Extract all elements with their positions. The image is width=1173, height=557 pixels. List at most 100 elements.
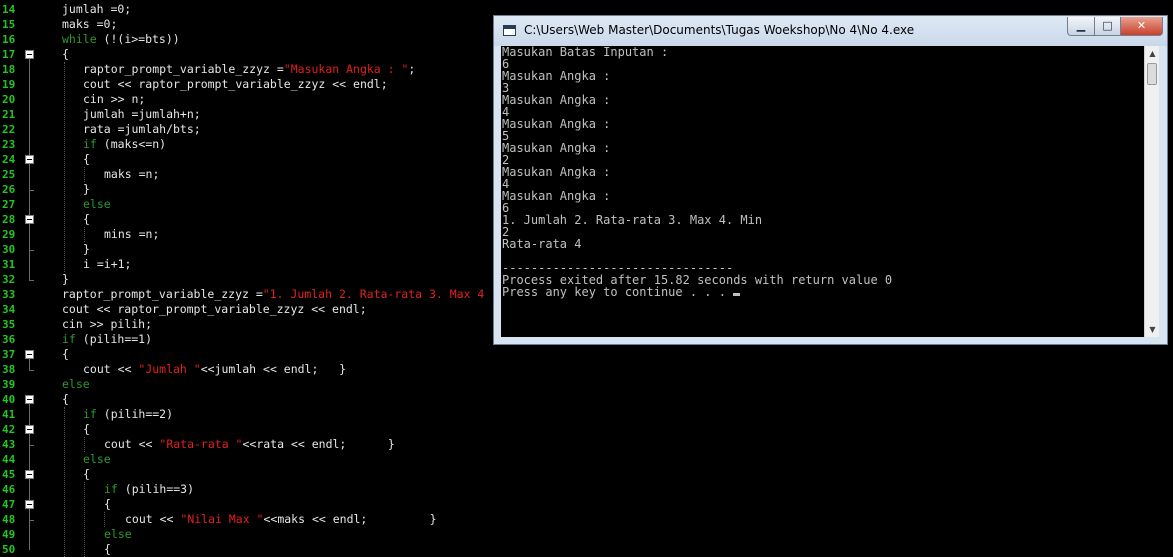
line-number: 21 bbox=[2, 108, 16, 121]
code-line[interactable]: cin >> n; bbox=[83, 92, 145, 107]
console-title-bar[interactable]: C:\Users\Web Master\Documents\Tugas Woek… bbox=[494, 16, 1167, 46]
indent-guide bbox=[64, 407, 65, 557]
line-number: 19 bbox=[2, 78, 16, 91]
code-keyword: if bbox=[62, 332, 76, 346]
fold-toggle-icon[interactable] bbox=[25, 215, 34, 224]
console-scrollbar[interactable]: ▲ ▼ bbox=[1144, 46, 1159, 337]
indent-guide bbox=[84, 437, 85, 452]
code-line[interactable]: rata =jumlah/bts; bbox=[83, 122, 201, 137]
code-text: raptor_prompt_variable_zzyz = bbox=[83, 62, 284, 76]
line-number: 23 bbox=[2, 138, 16, 151]
code-line[interactable]: if (pilih==2) bbox=[83, 407, 173, 422]
console-output-area[interactable]: Masukan Batas Inputan : 6 Masukan Angka … bbox=[501, 46, 1159, 337]
line-number: 39 bbox=[2, 378, 16, 391]
code-line[interactable]: i =i+1; bbox=[83, 257, 131, 272]
code-line[interactable]: cout << raptor_prompt_variable_zzyz << e… bbox=[62, 302, 367, 317]
code-line[interactable]: { bbox=[83, 152, 90, 167]
close-button[interactable]: ✕ bbox=[1120, 17, 1163, 36]
code-keyword: else bbox=[83, 452, 111, 466]
scrollbar-thumb[interactable] bbox=[1147, 63, 1157, 85]
code-text: } bbox=[83, 242, 90, 256]
code-line[interactable]: { bbox=[83, 467, 90, 482]
maximize-button[interactable]: □ bbox=[1094, 17, 1121, 36]
code-line[interactable]: } bbox=[83, 182, 90, 197]
code-line[interactable]: cin >> pilih; bbox=[62, 317, 152, 332]
console-window[interactable]: C:\Users\Web Master\Documents\Tugas Woek… bbox=[493, 15, 1168, 345]
code-line[interactable]: } bbox=[83, 242, 90, 257]
code-text: <<maks << endl; } bbox=[263, 512, 437, 526]
line-number: 26 bbox=[2, 183, 16, 196]
code-text: { bbox=[83, 467, 90, 481]
indent-guide bbox=[84, 482, 85, 557]
code-keyword: while bbox=[62, 32, 97, 46]
code-line[interactable]: if (maks<=n) bbox=[83, 137, 166, 152]
code-line[interactable]: maks =n; bbox=[104, 167, 159, 182]
code-keyword: if bbox=[83, 407, 97, 421]
code-line[interactable]: while (!(i>=bts)) bbox=[62, 32, 180, 47]
code-line[interactable]: { bbox=[62, 347, 69, 362]
code-line[interactable]: else bbox=[83, 197, 111, 212]
fold-toggle-icon[interactable] bbox=[25, 350, 34, 359]
code-line[interactable]: { bbox=[104, 497, 111, 512]
code-line[interactable]: cout << "Nilai Max "<<maks << endl; } bbox=[125, 512, 437, 527]
console-app-icon[interactable] bbox=[503, 25, 516, 36]
scroll-up-arrow-icon[interactable]: ▲ bbox=[1145, 46, 1159, 61]
code-line[interactable]: else bbox=[62, 377, 90, 392]
fold-end-marker bbox=[29, 250, 34, 251]
code-text: maks =0; bbox=[62, 17, 118, 31]
indent-guide bbox=[84, 227, 85, 242]
fold-toggle-icon[interactable] bbox=[25, 155, 34, 164]
code-text: { bbox=[62, 47, 69, 61]
fold-toggle-icon[interactable] bbox=[25, 395, 34, 404]
console-output-text: Masukan Batas Inputan : 6 Masukan Angka … bbox=[502, 46, 893, 299]
code-line[interactable]: cout << "Jumlah "<<jumlah << endl; } bbox=[83, 362, 346, 377]
line-number: 22 bbox=[2, 123, 16, 136]
code-text: i =i+1; bbox=[83, 257, 132, 271]
code-line[interactable]: maks =0; bbox=[62, 17, 117, 32]
code-text: cout << bbox=[125, 512, 181, 526]
code-line[interactable]: jumlah =0; bbox=[62, 2, 131, 17]
code-line[interactable]: { bbox=[83, 422, 90, 437]
code-line[interactable]: raptor_prompt_variable_zzyz ="1. Jumlah … bbox=[62, 287, 484, 302]
scroll-down-arrow-icon[interactable]: ▼ bbox=[1145, 322, 1159, 337]
text-cursor bbox=[733, 293, 741, 296]
code-text: (pilih==1) bbox=[75, 332, 153, 346]
code-text: ; bbox=[408, 62, 416, 76]
code-text: cin >> pilih; bbox=[62, 317, 153, 331]
code-line[interactable]: raptor_prompt_variable_zzyz ="Masukan An… bbox=[83, 62, 415, 77]
code-line[interactable]: if (pilih==1) bbox=[62, 332, 152, 347]
code-line[interactable]: { bbox=[83, 212, 90, 227]
fold-toggle-icon[interactable] bbox=[25, 425, 34, 434]
line-number: 29 bbox=[2, 228, 16, 241]
line-number: 36 bbox=[2, 333, 16, 346]
code-line[interactable]: { bbox=[62, 47, 69, 62]
code-keyword: else bbox=[104, 527, 132, 541]
code-text: maks =n; bbox=[104, 167, 160, 181]
line-number: 30 bbox=[2, 243, 16, 256]
line-number: 38 bbox=[2, 363, 16, 376]
code-text: jumlah =jumlah+n; bbox=[83, 107, 201, 121]
line-number: 25 bbox=[2, 168, 16, 181]
code-line[interactable]: mins =n; bbox=[104, 227, 159, 242]
code-line[interactable]: jumlah =jumlah+n; bbox=[83, 107, 201, 122]
code-line[interactable]: } bbox=[62, 272, 69, 287]
code-text: } bbox=[83, 182, 90, 196]
code-line[interactable]: if (pilih==3) bbox=[104, 482, 194, 497]
code-text: cout << raptor_prompt_variable_zzyz << e… bbox=[62, 302, 367, 316]
fold-toggle-icon[interactable] bbox=[25, 50, 34, 59]
code-line[interactable]: cout << raptor_prompt_variable_zzyz << e… bbox=[83, 77, 388, 92]
line-number: 35 bbox=[2, 318, 16, 331]
indent-guide bbox=[104, 512, 105, 527]
code-line[interactable]: else bbox=[83, 452, 111, 467]
indent-guide bbox=[84, 167, 85, 182]
code-text: { bbox=[83, 212, 90, 226]
line-number: 44 bbox=[2, 453, 16, 466]
line-number: 49 bbox=[2, 528, 16, 541]
minimize-button[interactable]: ▁ bbox=[1067, 17, 1095, 36]
fold-toggle-icon[interactable] bbox=[25, 500, 34, 509]
line-number: 27 bbox=[2, 198, 16, 211]
code-line[interactable]: else bbox=[104, 527, 132, 542]
code-line[interactable]: cout << "Rata-rata "<<rata << endl; } bbox=[104, 437, 395, 452]
fold-toggle-icon[interactable] bbox=[25, 470, 34, 479]
code-line[interactable]: { bbox=[62, 392, 69, 407]
